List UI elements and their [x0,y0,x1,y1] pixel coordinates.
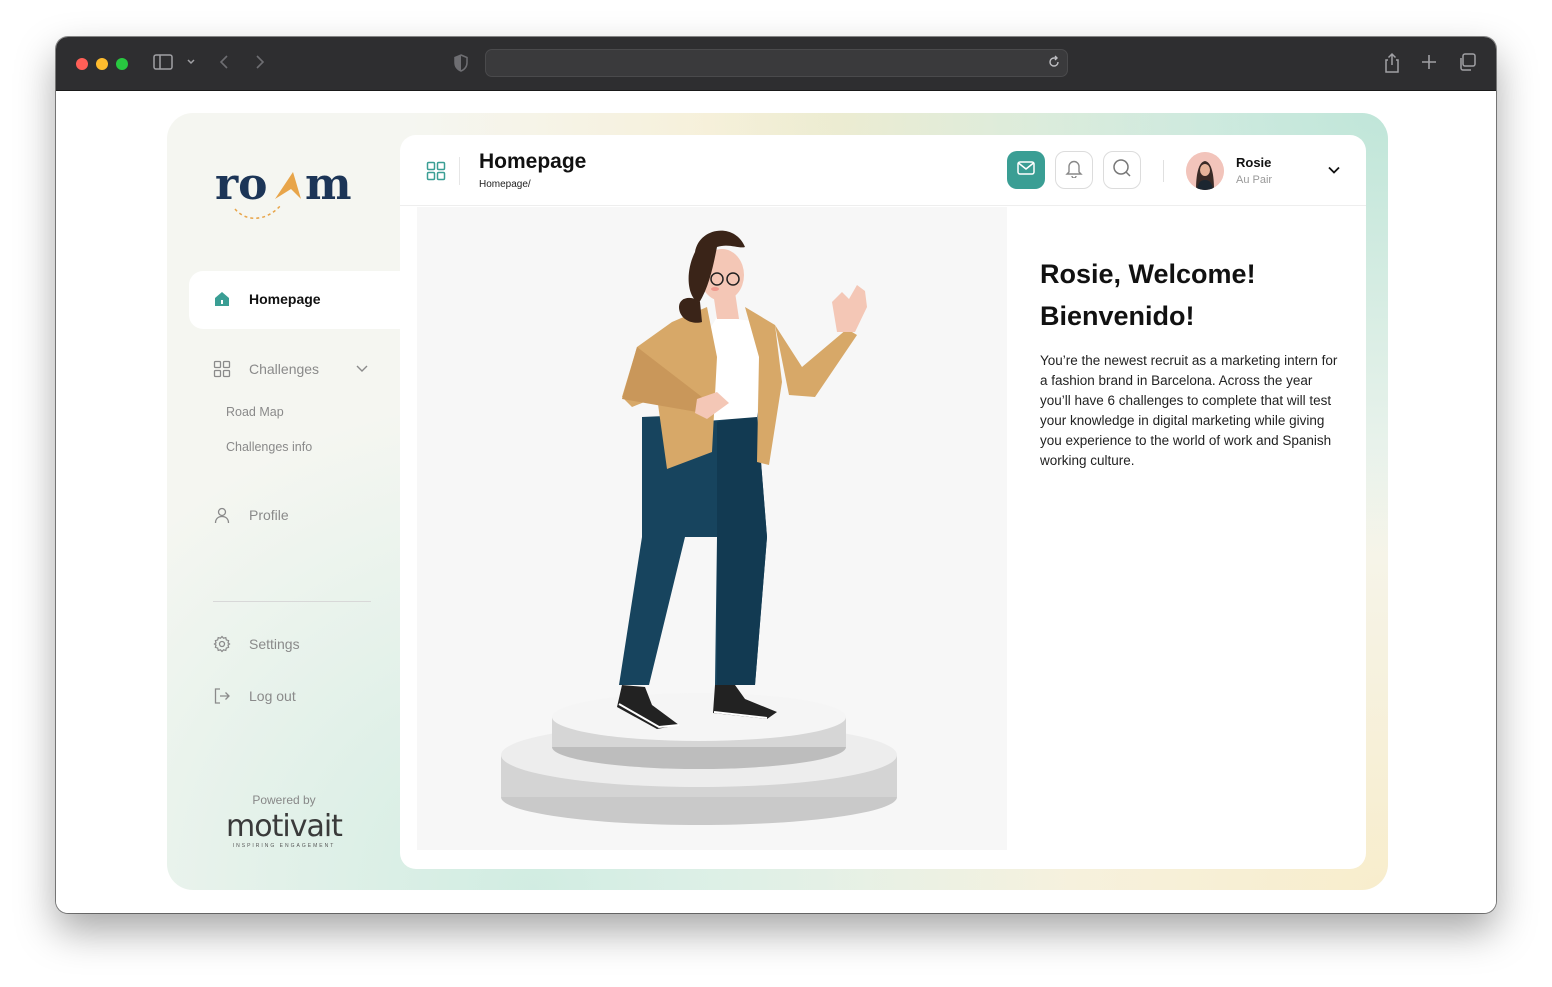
sidebar-item-label: Profile [249,507,289,523]
header-divider [1163,160,1164,182]
welcome-line-2: Bienvenido! [1040,301,1195,331]
welcome-line-1: Rosie, Welcome! [1040,259,1256,289]
mail-icon [1017,160,1035,180]
welcome-heading: Rosie, Welcome! Bienvenido! [1040,253,1340,337]
address-bar[interactable] [485,49,1068,77]
sidebar-item-label: Log out [249,688,296,704]
plus-icon[interactable] [1421,54,1437,76]
tabs-icon[interactable] [1458,53,1476,77]
sidebar-item-label: Settings [249,636,300,652]
home-icon [213,290,231,308]
sidebar-subitem-challenges-info[interactable]: Challenges info [226,440,312,454]
gear-icon [213,635,231,653]
share-icon[interactable] [1383,52,1401,80]
sidebar-item-challenges[interactable]: Challenges [213,360,373,378]
sidebar-item-label: Challenges [249,361,320,377]
reload-icon[interactable] [1047,54,1061,73]
browser-titlebar [56,37,1496,91]
shield-icon [454,54,468,78]
chevron-down-icon[interactable] [355,361,369,378]
sidebar-icon[interactable] [153,54,173,76]
search-icon [1112,158,1132,183]
sidebar-subitem-road-map[interactable]: Road Map [226,405,284,419]
logout-icon [213,687,231,705]
motivait-tagline: INSPIRING ENGAGEMENT [232,843,336,849]
app-frame: roam ro m Homepage Challenge [167,113,1388,890]
welcome-description: You’re the newest recruit as a marketing… [1040,353,1338,468]
welcome-illustration [417,207,1007,850]
back-icon[interactable] [218,54,230,76]
notifications-button[interactable] [1055,151,1093,189]
roam-logo[interactable]: roam ro m [215,159,365,229]
sidebar-item-label: Homepage [249,291,321,307]
character-on-podium-image [501,230,897,825]
user-icon [213,506,231,524]
logo-text: roam [215,159,344,213]
search-button[interactable] [1103,151,1141,189]
grid-icon [213,360,231,378]
sidebar-item-settings[interactable]: Settings [213,635,300,653]
minimize-window-button[interactable] [96,58,108,70]
sidebar-divider [213,601,371,602]
forward-icon[interactable] [254,54,266,76]
browser-window: roam ro m Homepage Challenge [56,37,1496,913]
header-divider [459,157,460,185]
breadcrumb[interactable]: Homepage/ [479,179,531,190]
page-header: Homepage Homepage/ Rosie Au Pair [400,135,1366,206]
avatar[interactable] [1186,152,1224,190]
maximize-window-button[interactable] [116,58,128,70]
user-role: Au Pair [1236,174,1273,186]
motivait-logo[interactable]: motivait [167,809,401,844]
close-window-button[interactable] [76,58,88,70]
dashboard-grid-icon[interactable] [426,161,446,186]
chevron-down-icon[interactable] [1327,163,1341,182]
main-panel: Homepage Homepage/ Rosie Au Pair Rosie, … [400,135,1366,869]
page-viewport: roam ro m Homepage Challenge [56,91,1496,913]
page-title: Homepage [479,150,587,173]
chevron-down-icon[interactable] [186,54,196,76]
powered-by-label: Powered by [252,793,316,807]
sidebar-item-logout[interactable]: Log out [213,687,296,705]
user-name: Rosie [1236,155,1272,170]
sidebar-item-profile[interactable]: Profile [213,506,289,524]
sidebar-item-homepage[interactable]: Homepage [213,290,321,308]
messages-button[interactable] [1007,151,1045,189]
bell-icon [1065,158,1083,183]
